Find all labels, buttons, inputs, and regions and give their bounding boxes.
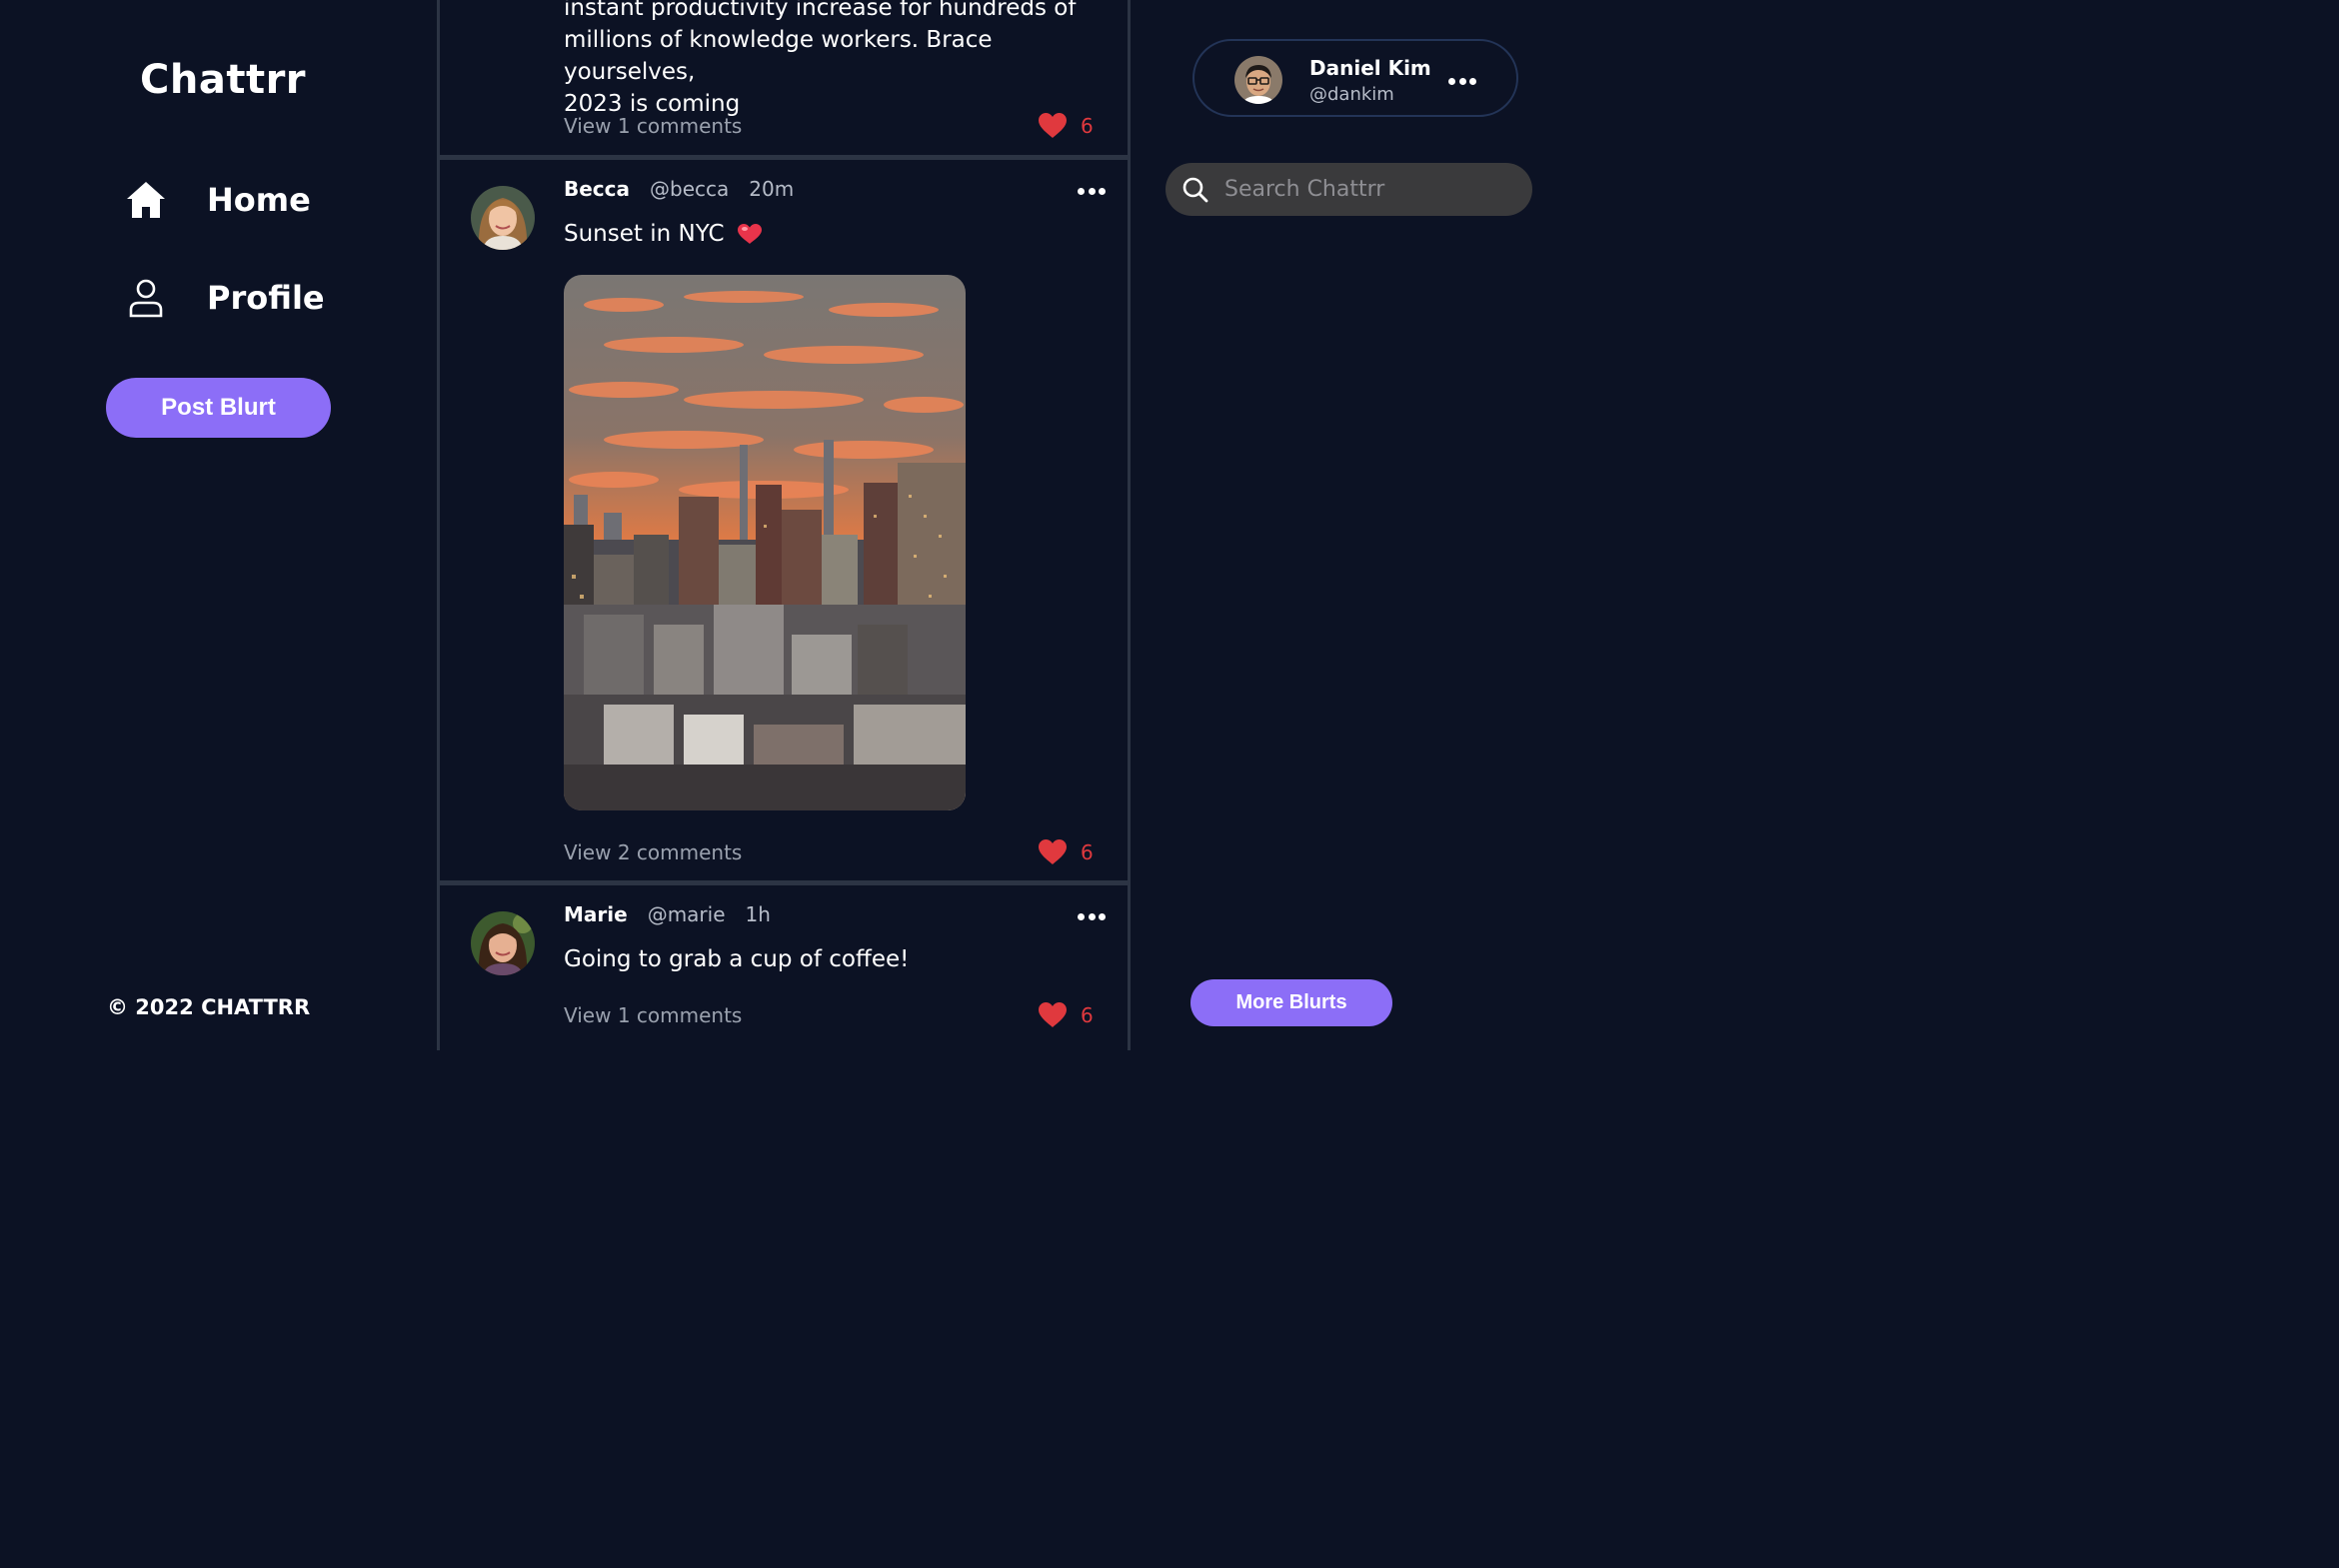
feed-post: Marie @marie 1h Going to grab a cup of c… — [440, 885, 1128, 1050]
feed-post: Becca @becca 20m Sunset in NYC View 2 co… — [440, 160, 1128, 885]
menu-dot — [1078, 912, 1085, 920]
menu-dot — [1088, 912, 1096, 920]
view-comments-link[interactable]: View 1 comments — [564, 1003, 742, 1027]
post-text-line: millions of knowledge workers. Brace you… — [564, 27, 993, 85]
post-handle[interactable]: @becca — [650, 177, 729, 201]
post-timestamp: 1h — [745, 902, 771, 926]
like-count: 6 — [1081, 839, 1094, 864]
avatar[interactable] — [471, 186, 535, 250]
menu-dot — [1099, 187, 1106, 195]
nyc-sunset-photo[interactable] — [564, 275, 966, 810]
post-text: Going to grab a cup of coffee! — [564, 946, 910, 972]
menu-dot — [1448, 77, 1455, 85]
app-logo[interactable]: Chattrr — [140, 57, 306, 103]
avatar — [1234, 56, 1282, 104]
menu-dot — [1458, 77, 1466, 85]
like-button[interactable]: 6 — [1038, 112, 1094, 139]
heart-icon — [1039, 113, 1067, 138]
menu-dot — [1099, 912, 1106, 920]
post-handle[interactable]: @marie — [648, 902, 726, 926]
feed-post: instant productivity increase for hundre… — [440, 0, 1128, 160]
menu-dot — [1469, 77, 1476, 85]
view-comments-link[interactable]: View 2 comments — [564, 840, 742, 864]
account-handle: @dankim — [1309, 84, 1394, 105]
feed[interactable]: instant productivity increase for hundre… — [437, 0, 1131, 1050]
search-bar[interactable] — [1166, 163, 1532, 216]
account-card[interactable]: Daniel Kim @dankim — [1192, 39, 1518, 117]
post-blurt-button[interactable]: Post Blurt — [106, 378, 331, 438]
like-count: 6 — [1081, 113, 1094, 138]
account-menu-button[interactable] — [1448, 76, 1476, 86]
post-timestamp: 20m — [749, 177, 795, 201]
like-button[interactable]: 6 — [1038, 838, 1094, 865]
post-meta: Marie @marie 1h — [564, 902, 771, 926]
nav-item-home[interactable]: Home — [122, 176, 311, 224]
post-text: Sunset in NYC — [564, 218, 763, 250]
post-text-line: instant productivity increase for hundre… — [564, 0, 1077, 21]
nav-label-home: Home — [207, 181, 311, 219]
heart-icon — [1039, 1002, 1067, 1027]
post-menu-button[interactable] — [1078, 911, 1106, 921]
post-author[interactable]: Marie — [564, 902, 628, 926]
post-menu-button[interactable] — [1078, 186, 1106, 196]
avatar[interactable] — [471, 911, 535, 975]
more-blurts-button[interactable]: More Blurts — [1190, 979, 1392, 1026]
post-text: instant productivity increase for hundre… — [564, 0, 1128, 120]
heart-emoji-icon — [737, 224, 762, 244]
left-sidebar: Chattrr Home Profile Post Blurt © 2022 C… — [0, 0, 438, 1050]
home-icon — [122, 176, 170, 224]
post-text-content: Sunset in NYC — [564, 221, 725, 247]
view-comments-link[interactable]: View 1 comments — [564, 114, 742, 138]
nav-item-profile[interactable]: Profile — [122, 274, 325, 322]
heart-icon — [1039, 839, 1067, 864]
account-name: Daniel Kim — [1309, 56, 1431, 80]
post-meta: Becca @becca 20m — [564, 177, 794, 201]
user-icon — [122, 274, 170, 322]
like-button[interactable]: 6 — [1038, 1001, 1094, 1028]
search-input[interactable] — [1224, 177, 1514, 202]
post-author[interactable]: Becca — [564, 177, 630, 201]
like-count: 6 — [1081, 1002, 1094, 1027]
nav-label-profile: Profile — [207, 279, 325, 317]
menu-dot — [1078, 187, 1085, 195]
copyright-text: © 2022 CHATTRR — [107, 995, 311, 1019]
menu-dot — [1088, 187, 1096, 195]
search-icon — [1182, 177, 1208, 202]
